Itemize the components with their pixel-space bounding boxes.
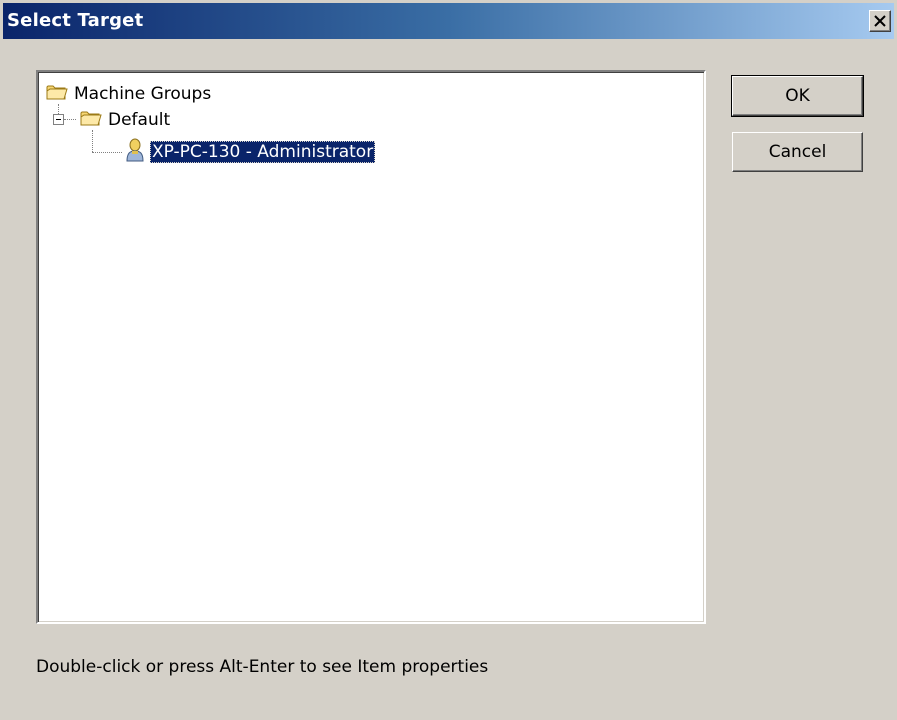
- folder-icon: [46, 83, 68, 106]
- close-icon: [874, 15, 886, 27]
- open-folder-icon: [80, 109, 102, 132]
- minus-icon: [56, 119, 61, 120]
- hint-text: Double-click or press Alt-Enter to see I…: [36, 657, 489, 677]
- collapse-toggle-default[interactable]: [53, 114, 64, 125]
- tree-connector: [58, 104, 59, 114]
- tree-node-xp-pc-130[interactable]: XP-PC-130 - Administrator: [124, 138, 376, 167]
- select-target-dialog: Select Target Machine Groups Default XP-…: [0, 0, 897, 720]
- cancel-button[interactable]: Cancel: [732, 132, 863, 172]
- tree-node-machine-groups[interactable]: Machine Groups: [46, 82, 213, 106]
- tree-connector: [92, 152, 122, 153]
- window-title: Select Target: [7, 10, 144, 31]
- tree-label-default: Default: [108, 110, 171, 130]
- close-button[interactable]: [869, 10, 891, 32]
- user-icon: [124, 138, 146, 167]
- tree-node-default[interactable]: Default: [80, 108, 172, 132]
- ok-button[interactable]: OK: [731, 75, 864, 117]
- tree-label-xp-pc-130: XP-PC-130 - Administrator: [150, 141, 376, 163]
- title-bar[interactable]: Select Target: [3, 3, 894, 39]
- tree-connector: [64, 119, 76, 120]
- tree-connector: [92, 130, 93, 152]
- machine-tree-view[interactable]: Machine Groups Default XP-PC-130 - Admin…: [36, 70, 706, 624]
- tree-label-machine-groups: Machine Groups: [74, 84, 212, 104]
